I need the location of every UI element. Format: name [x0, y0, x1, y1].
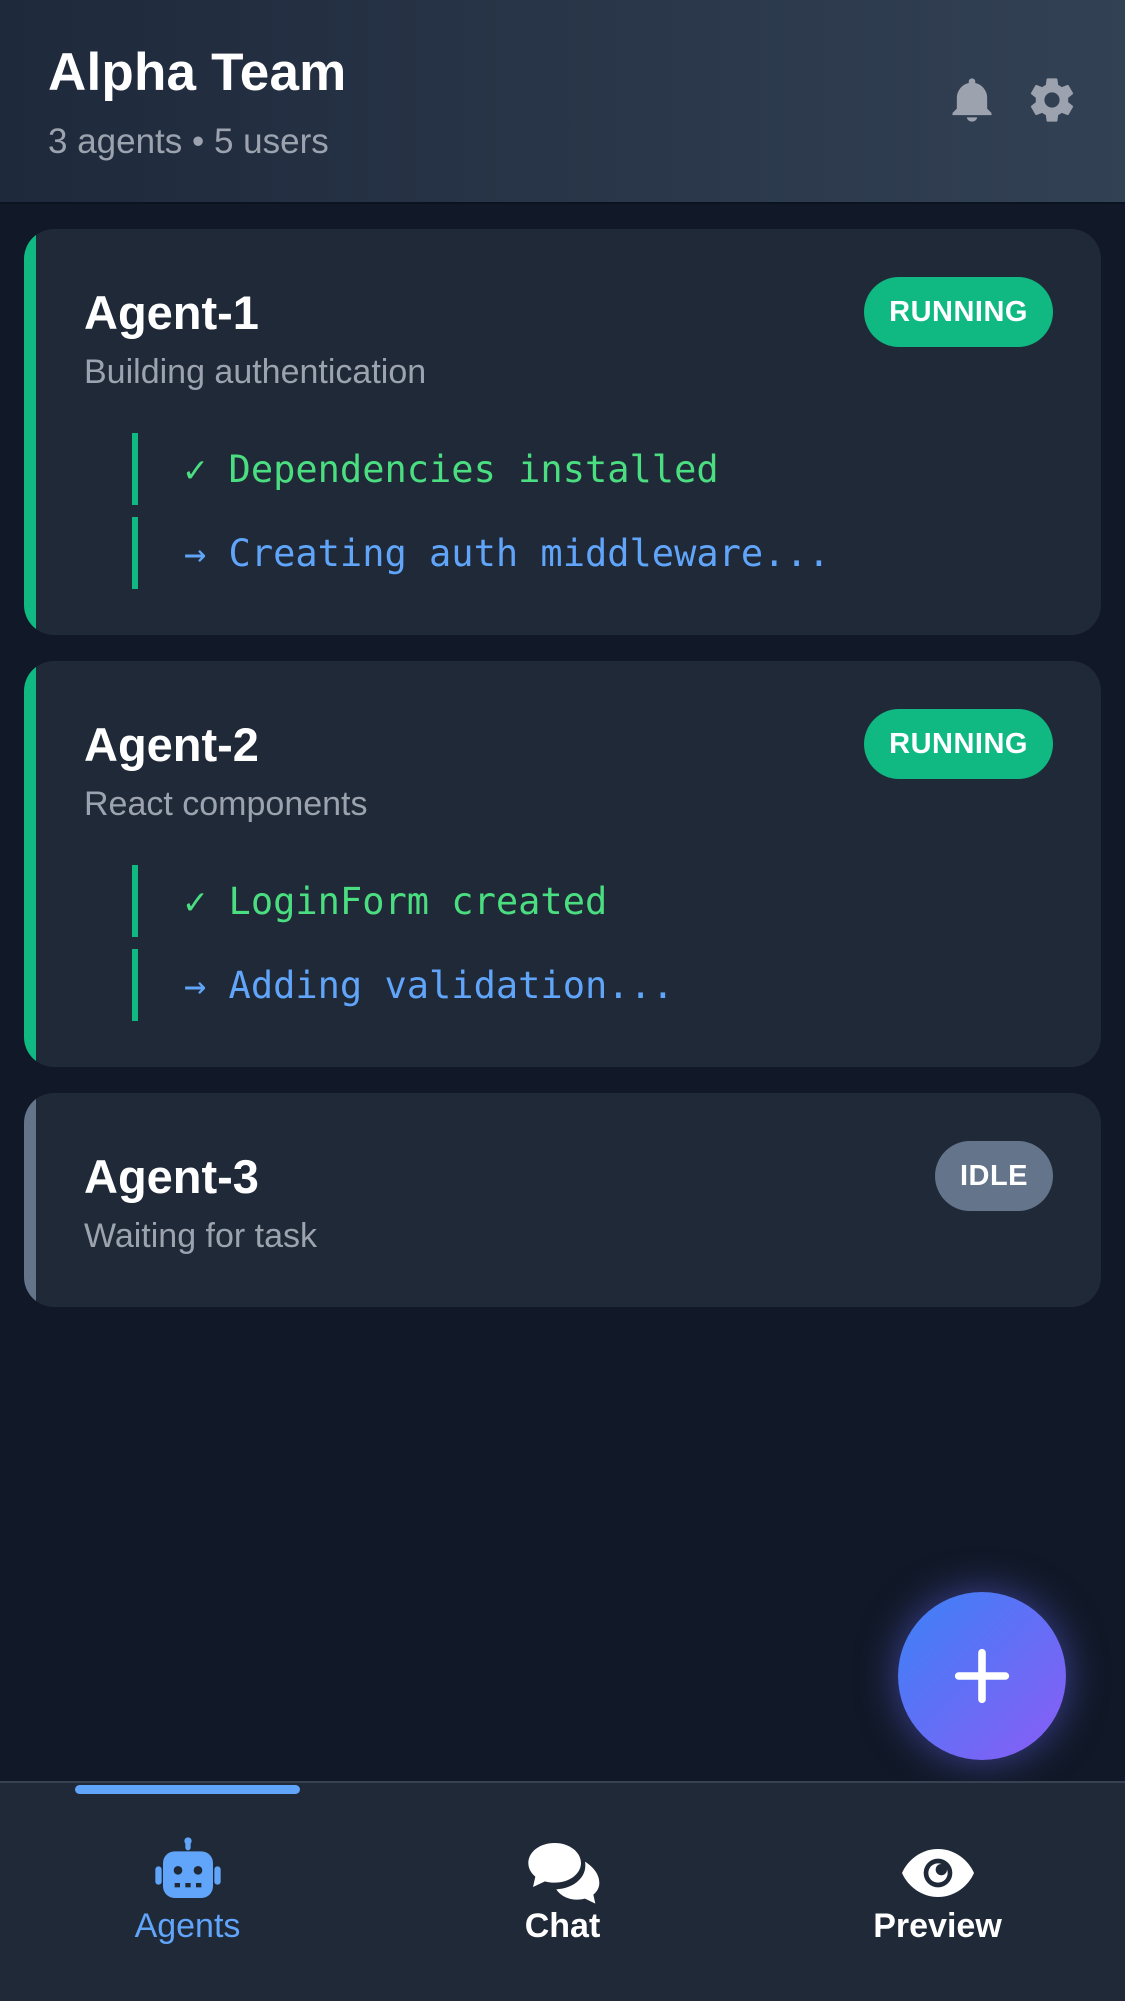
bottom-nav: Agents Chat Preview [0, 1781, 1125, 2001]
log-line: ✓ LoginForm created [132, 865, 1032, 937]
tab-chat-label: Chat [524, 1907, 601, 1945]
team-title: Alpha Team [48, 43, 347, 102]
log-line: → Adding validation... [132, 949, 1032, 1021]
team-header: Alpha Team 3 agents • 5 users [0, 0, 1125, 204]
agent-description: Building authentication [84, 353, 427, 391]
status-badge: RUNNING [864, 709, 1053, 779]
log-line: → Creating auth middleware... [132, 517, 1032, 589]
add-agent-button[interactable] [898, 1592, 1066, 1760]
tab-agents-label: Agents [134, 1907, 241, 1945]
tab-chat[interactable]: Chat [375, 1783, 750, 2001]
gear-icon[interactable] [1024, 72, 1080, 128]
status-badge: IDLE [934, 1141, 1053, 1211]
robot-icon [0, 1833, 375, 1913]
agent-name: Agent-2 [84, 718, 259, 771]
team-summary: 3 agents • 5 users [48, 122, 329, 161]
tab-preview-label: Preview [873, 1907, 1002, 1945]
plus-icon [954, 1648, 1010, 1704]
tab-preview[interactable]: Preview [750, 1783, 1125, 2001]
log-line: ✓ Dependencies installed [132, 433, 1032, 505]
agent-card[interactable]: Agent-1 Building authentication RUNNING … [24, 229, 1101, 635]
chat-bubbles-icon [375, 1833, 750, 1913]
agent-card[interactable]: Agent-2 React components RUNNING ✓ Login… [24, 661, 1101, 1067]
agent-name: Agent-3 [84, 1150, 259, 1203]
bell-icon[interactable] [944, 72, 1000, 128]
eye-icon [750, 1833, 1125, 1913]
agent-name: Agent-1 [84, 286, 259, 339]
app-screen: Alpha Team 3 agents • 5 users Agent-1 Bu… [0, 0, 1125, 2001]
agent-description: Waiting for task [84, 1217, 318, 1255]
agent-description: React components [84, 785, 368, 823]
tab-agents[interactable]: Agents [0, 1783, 375, 2001]
agent-card[interactable]: Agent-3 Waiting for task IDLE [24, 1093, 1101, 1307]
status-badge: RUNNING [864, 277, 1053, 347]
